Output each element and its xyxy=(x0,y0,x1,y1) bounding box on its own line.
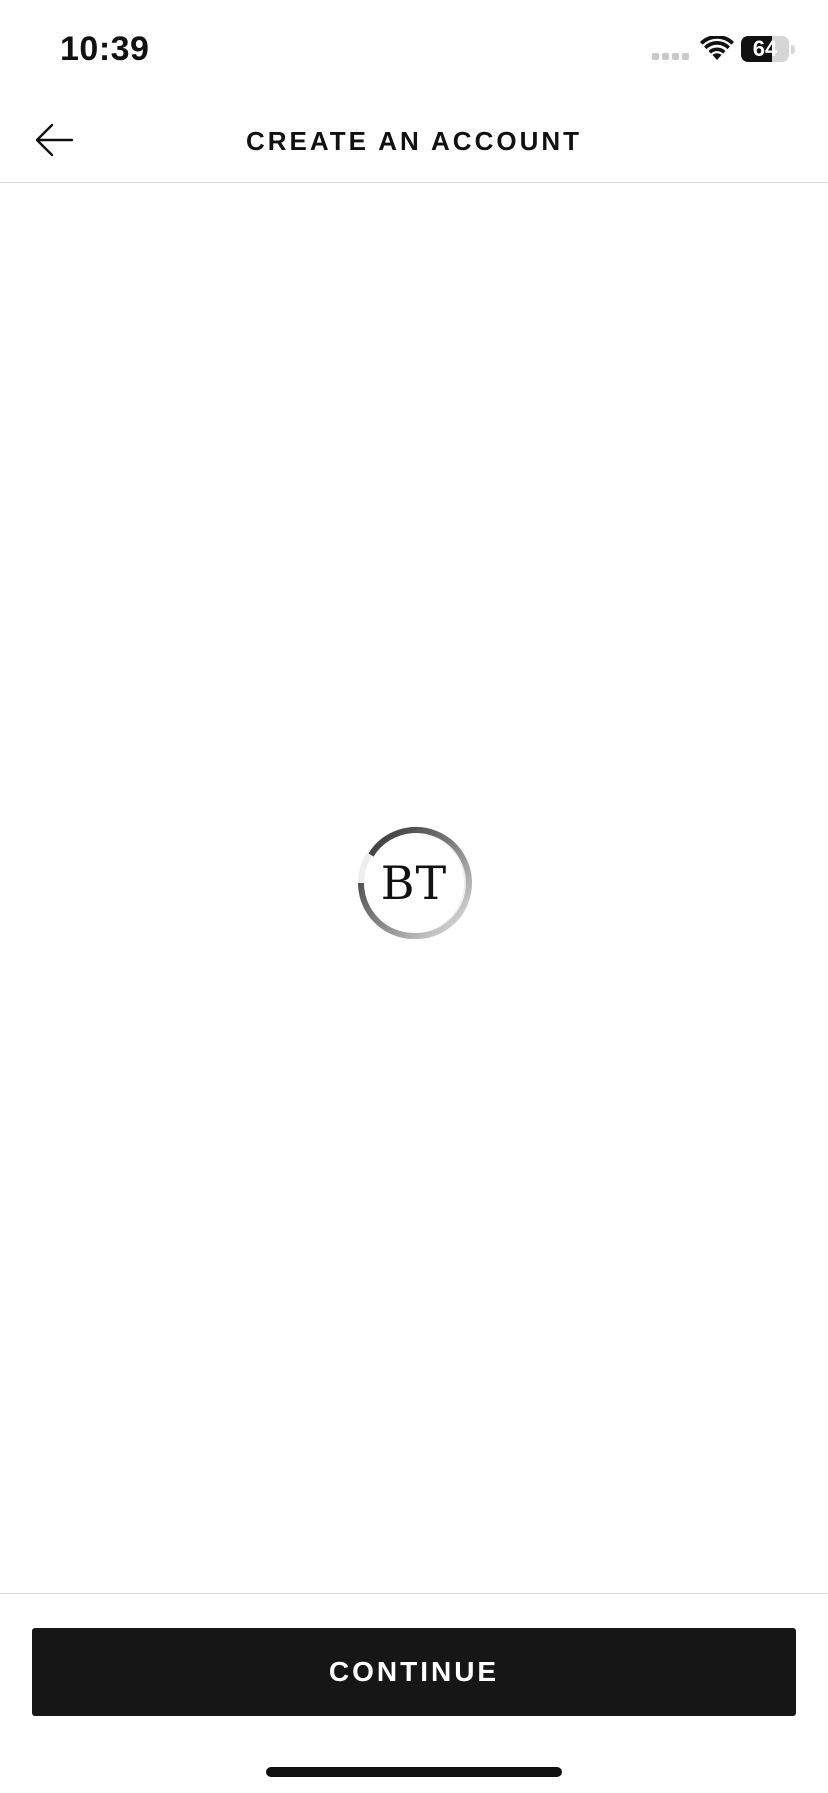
home-indicator xyxy=(266,1767,562,1777)
status-bar: 10:39 64 xyxy=(0,0,828,100)
status-time: 10:39 xyxy=(60,30,150,68)
signal-icon xyxy=(652,53,690,61)
arrow-left-icon xyxy=(35,123,74,157)
battery-cap xyxy=(791,45,795,54)
loading-spinner: BT xyxy=(356,825,472,941)
back-button[interactable] xyxy=(24,114,84,166)
footer: CONTINUE xyxy=(0,1593,828,1793)
battery-level: 64 xyxy=(752,36,778,61)
main-content: BT xyxy=(0,183,828,1593)
wifi-icon xyxy=(700,36,734,60)
nav-header: CREATE AN ACCOUNT xyxy=(0,100,828,183)
page-title: CREATE AN ACCOUNT xyxy=(245,126,583,156)
battery-icon: 64 xyxy=(741,36,789,62)
continue-button[interactable]: CONTINUE xyxy=(32,1628,796,1716)
brand-monogram: BT xyxy=(380,856,448,910)
